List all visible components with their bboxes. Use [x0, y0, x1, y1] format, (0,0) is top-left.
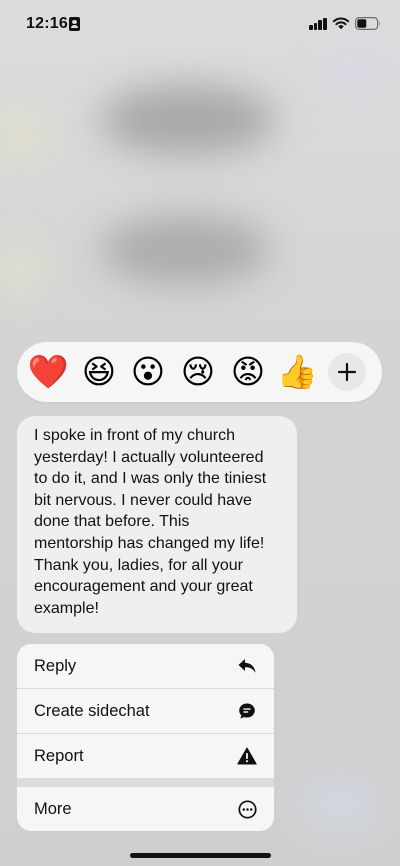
reaction-wow[interactable]: 😮 [128, 352, 168, 392]
reaction-thumbs-up[interactable]: 👍 [276, 352, 317, 392]
menu-item-report[interactable]: Report [17, 734, 274, 778]
reaction-heart[interactable]: ❤️ [27, 352, 68, 392]
menu-item-label: Reply [34, 656, 77, 675]
reply-arrow-icon [237, 656, 257, 676]
more-circle-icon [237, 799, 257, 819]
plus-icon [337, 362, 357, 382]
status-time: 12:16 [26, 15, 68, 32]
context-menu: Reply Create sidechat Report More [17, 644, 274, 831]
warning-triangle-icon [237, 746, 257, 766]
signal-icon [309, 17, 327, 30]
menu-item-reply[interactable]: Reply [17, 644, 274, 688]
menu-item-label: More [34, 799, 72, 818]
menu-item-create-sidechat[interactable]: Create sidechat [17, 689, 274, 733]
reaction-angry[interactable]: 😡 [228, 352, 268, 392]
add-reaction-button[interactable] [328, 353, 366, 391]
home-indicator[interactable] [130, 853, 271, 858]
message-bubble[interactable]: I spoke in front of my church yesterday!… [17, 416, 297, 633]
chat-bubble-icon [237, 701, 257, 721]
reaction-bar: ❤️ 😆 😮 😢 😡 👍 [17, 342, 382, 402]
screen: 12:16 ❤️ 😆 😮 😢 😡 👍 I spoke in front of m… [0, 0, 400, 866]
reaction-laughing[interactable]: 😆 [79, 352, 119, 392]
status-bar: 12:16 [0, 0, 400, 50]
menu-item-label: Create sidechat [34, 701, 150, 720]
menu-item-label: Report [34, 746, 84, 765]
reaction-sad[interactable]: 😢 [178, 352, 218, 392]
message-text: I spoke in front of my church yesterday!… [34, 427, 267, 617]
menu-item-more[interactable]: More [17, 787, 274, 831]
id-card-icon [69, 17, 80, 31]
wifi-icon [332, 17, 350, 30]
battery-icon [355, 17, 380, 30]
menu-section-divider [17, 778, 274, 787]
